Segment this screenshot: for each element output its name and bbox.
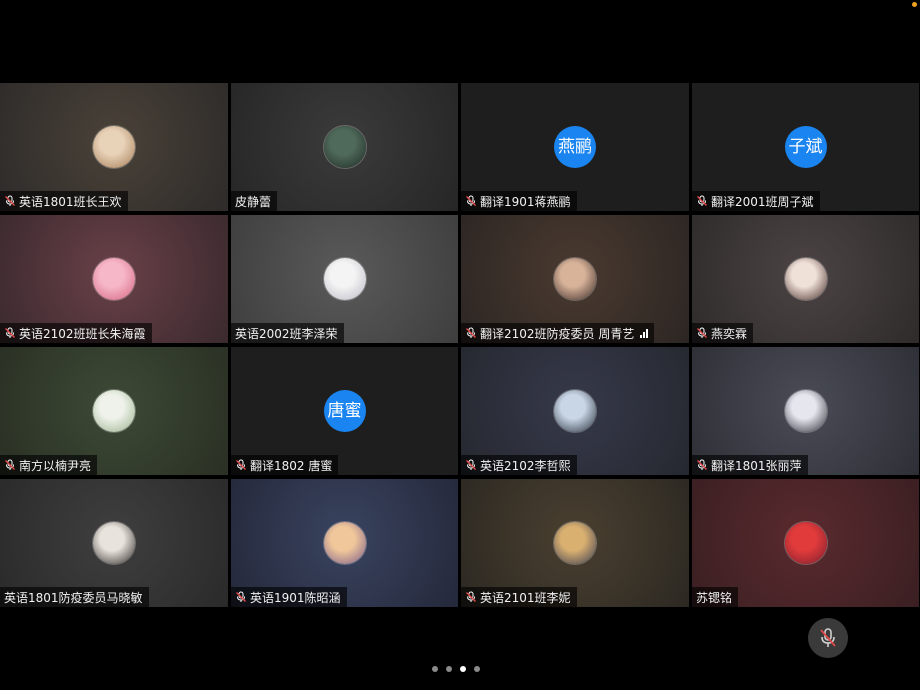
participant-name-tag: 翻译1801张丽萍 <box>692 455 808 475</box>
status-indicator-dot <box>912 2 917 7</box>
participant-name: 翻译1801张丽萍 <box>711 458 802 473</box>
participant-name-tag: 翻译1802 唐蜜 <box>231 455 339 475</box>
participant-name: 英语1801班长王欢 <box>19 194 122 209</box>
participant-name-tag: 英语2002班李泽荣 <box>231 323 344 343</box>
participant-name-tag: 英语2101班李妮 <box>461 587 577 607</box>
participant-name: 英语2101班李妮 <box>480 590 571 605</box>
participant-tile[interactable]: 燕鹂翻译1901蒋燕鹂 <box>461 83 689 211</box>
avatar <box>554 390 596 432</box>
participant-name-tag: 燕奕霖 <box>692 323 754 343</box>
participant-tile[interactable]: 英语2002班李泽荣 <box>231 215 458 343</box>
avatar <box>93 258 135 300</box>
page-dot[interactable] <box>460 666 466 672</box>
participant-tile[interactable]: 英语1801班长王欢 <box>0 83 228 211</box>
avatar-initials: 唐蜜 <box>323 390 366 432</box>
avatar <box>323 126 366 168</box>
participant-name: 英语2102班班长朱海霞 <box>19 326 146 341</box>
participant-tile[interactable]: 英语1901陈昭涵 <box>231 479 458 607</box>
avatar <box>93 390 135 432</box>
avatar-initials: 燕鹂 <box>554 126 596 168</box>
participant-name-tag: 翻译1901蒋燕鹂 <box>461 191 577 211</box>
mic-muted-icon <box>465 459 477 471</box>
participant-name: 英语2102李哲熙 <box>480 458 571 473</box>
avatar <box>784 390 827 432</box>
mic-muted-icon <box>465 591 477 603</box>
participant-name-tag: 翻译2102班防疫委员 周青艺 <box>461 323 655 343</box>
mic-muted-icon <box>4 195 16 207</box>
participant-tile[interactable]: 英语1801防疫委员马晓敏 <box>0 479 228 607</box>
mic-muted-icon <box>696 195 708 207</box>
participant-name: 皮静蕾 <box>235 194 272 209</box>
participant-name-tag: 苏锶铭 <box>692 587 739 607</box>
page-dot[interactable] <box>432 666 438 672</box>
participant-tile[interactable]: 翻译1801张丽萍 <box>692 347 919 475</box>
participant-tile[interactable]: 英语2102班班长朱海霞 <box>0 215 228 343</box>
mic-muted-icon <box>4 459 16 471</box>
participant-name: 英语2002班李泽荣 <box>235 326 338 341</box>
page-indicator[interactable] <box>432 666 480 672</box>
participant-name-tag: 英语2102李哲熙 <box>461 455 577 475</box>
avatar <box>323 522 366 564</box>
avatar <box>784 522 827 564</box>
meeting-screen: 英语1801班长王欢 皮静蕾 燕鹂 翻译1901蒋燕鹂 子斌 翻译2001班周子斌 英语21… <box>0 0 920 690</box>
participant-name: 翻译1802 唐蜜 <box>250 458 333 473</box>
participant-tile[interactable]: 苏锶铭 <box>692 479 919 607</box>
avatar <box>554 522 596 564</box>
avatar <box>323 258 366 300</box>
participant-name-tag: 英语1801防疫委员马晓敏 <box>0 587 149 607</box>
participant-tile[interactable]: 燕奕霖 <box>692 215 919 343</box>
mic-muted-icon <box>235 591 247 603</box>
participant-grid: 英语1801班长王欢 皮静蕾 燕鹂 翻译1901蒋燕鹂 子斌 翻译2001班周子斌 英语21… <box>0 83 920 607</box>
participant-name: 翻译2102班防疫委员 周青艺 <box>480 326 635 341</box>
mic-muted-icon <box>465 195 477 207</box>
avatar <box>784 258 827 300</box>
participant-name: 英语1901陈昭涵 <box>250 590 341 605</box>
mic-muted-icon <box>696 327 708 339</box>
participant-tile[interactable]: 唐蜜翻译1802 唐蜜 <box>231 347 458 475</box>
participant-tile[interactable]: 翻译2102班防疫委员 周青艺 <box>461 215 689 343</box>
mic-muted-icon <box>235 459 247 471</box>
signal-strength-icon <box>640 328 649 338</box>
avatar-initials: 子斌 <box>784 126 827 168</box>
participant-name-tag: 南方以楠尹亮 <box>0 455 98 475</box>
participant-name: 英语1801防疫委员马晓敏 <box>4 590 143 605</box>
avatar <box>554 258 596 300</box>
participant-name: 翻译1901蒋燕鹂 <box>480 194 571 209</box>
mic-muted-icon <box>4 327 16 339</box>
participant-tile[interactable]: 英语2102李哲熙 <box>461 347 689 475</box>
participant-name-tag: 英语1901陈昭涵 <box>231 587 347 607</box>
participant-name-tag: 英语1801班长王欢 <box>0 191 128 211</box>
avatar <box>93 522 135 564</box>
page-dot[interactable] <box>474 666 480 672</box>
participant-name: 翻译2001班周子斌 <box>711 194 814 209</box>
participant-name: 苏锶铭 <box>696 590 733 605</box>
avatar <box>93 126 135 168</box>
page-dot[interactable] <box>446 666 452 672</box>
participant-name-tag: 英语2102班班长朱海霞 <box>0 323 152 343</box>
participant-tile[interactable]: 南方以楠尹亮 <box>0 347 228 475</box>
mic-muted-icon <box>820 628 836 647</box>
participant-tile[interactable]: 子斌翻译2001班周子斌 <box>692 83 919 211</box>
mic-muted-icon <box>465 327 477 339</box>
participant-tile[interactable]: 皮静蕾 <box>231 83 458 211</box>
participant-name: 燕奕霖 <box>711 326 748 341</box>
participant-name-tag: 皮静蕾 <box>231 191 278 211</box>
participant-name: 南方以楠尹亮 <box>19 458 92 473</box>
participant-name-tag: 翻译2001班周子斌 <box>692 191 820 211</box>
mic-muted-icon <box>696 459 708 471</box>
mute-toggle-button[interactable] <box>808 618 848 658</box>
participant-tile[interactable]: 英语2101班李妮 <box>461 479 689 607</box>
